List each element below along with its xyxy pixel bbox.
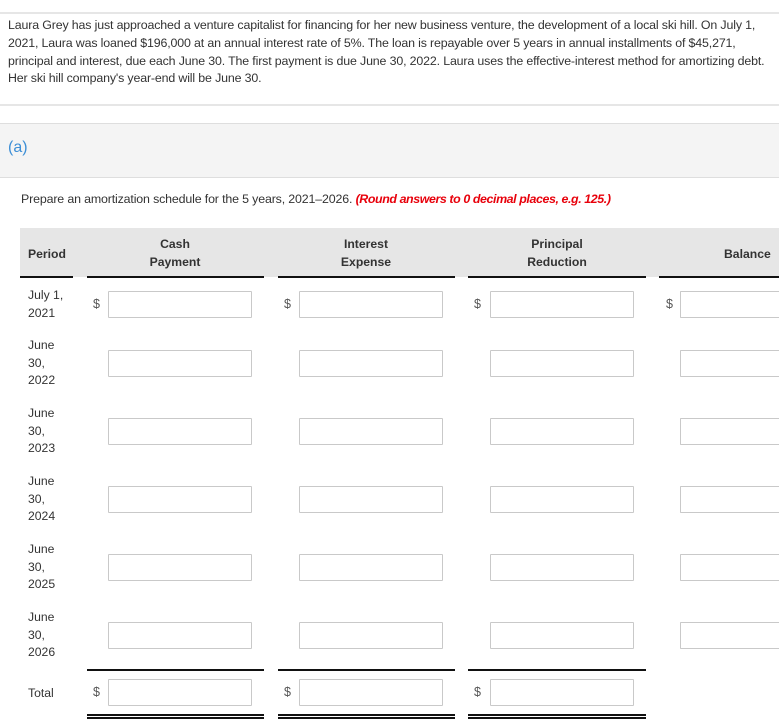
- double-line-principal: [468, 714, 646, 719]
- cash-payment-input-2025[interactable]: [108, 554, 252, 581]
- dollar-sign: $: [93, 297, 100, 311]
- header-balance: Balance: [724, 247, 771, 261]
- principal-reduction-input-2025[interactable]: [490, 554, 634, 581]
- header-underline-period: [20, 276, 73, 278]
- period-line: 30,: [28, 627, 45, 642]
- sum-line-cash: [87, 669, 264, 671]
- period-label: June 30, 2023: [28, 405, 68, 458]
- interest-expense-input-2026[interactable]: [299, 622, 443, 649]
- period-line: July 1,: [28, 288, 64, 302]
- period-line: 30,: [28, 491, 45, 506]
- period-label: July 1, 2021: [28, 287, 68, 322]
- cash-payment-input-2026[interactable]: [108, 622, 252, 649]
- header-principal-reduction: Principal Reduction: [527, 235, 587, 271]
- table-header: [20, 228, 779, 277]
- balance-input-2023[interactable]: [680, 418, 779, 445]
- part-header: (a): [0, 123, 779, 178]
- interest-expense-input-2024[interactable]: [299, 486, 443, 513]
- instruction: Prepare an amortization schedule for the…: [21, 192, 611, 206]
- header-principal-reduction-line1: Principal: [531, 237, 583, 251]
- period-line: June: [28, 338, 55, 352]
- period-line: 2025: [28, 577, 56, 591]
- dollar-sign: $: [93, 685, 100, 699]
- cash-payment-input-2022[interactable]: [108, 350, 252, 377]
- balance-input-2026[interactable]: [680, 622, 779, 649]
- interest-expense-input-2021[interactable]: [299, 291, 443, 318]
- period-line: June: [28, 474, 55, 488]
- balance-input-2021[interactable]: [680, 291, 779, 318]
- dollar-sign: $: [474, 685, 481, 699]
- double-line-interest: [278, 714, 455, 719]
- header-cash-payment-line1: Cash: [160, 237, 190, 251]
- header-underline-principal: [468, 276, 646, 278]
- header-cash-payment: Cash Payment: [150, 235, 201, 271]
- period-line: 2026: [28, 645, 56, 659]
- period-line: 30,: [28, 423, 45, 438]
- balance-input-2025[interactable]: [680, 554, 779, 581]
- total-label: Total: [28, 686, 54, 700]
- header-interest-expense: Interest Expense: [341, 235, 391, 271]
- principal-reduction-input-2021[interactable]: [490, 291, 634, 318]
- dollar-sign: $: [474, 297, 481, 311]
- header-underline-interest: [278, 276, 455, 278]
- interest-expense-input-2023[interactable]: [299, 418, 443, 445]
- header-underline-balance: [659, 276, 779, 278]
- period-line: 2022: [28, 373, 56, 387]
- header-period: Period: [28, 247, 66, 261]
- period-line: 2024: [28, 509, 56, 523]
- period-line: June: [28, 542, 55, 556]
- dollar-sign: $: [284, 685, 291, 699]
- cash-payment-input-2023[interactable]: [108, 418, 252, 445]
- period-label: June 30, 2025: [28, 541, 68, 594]
- header-underline-cash: [87, 276, 264, 278]
- total-cash-payment-input[interactable]: [108, 679, 252, 706]
- interest-expense-input-2025[interactable]: [299, 554, 443, 581]
- balance-input-2024[interactable]: [680, 486, 779, 513]
- cash-payment-input-2021[interactable]: [108, 291, 252, 318]
- double-line-cash: [87, 714, 264, 719]
- balance-input-2022[interactable]: [680, 350, 779, 377]
- period-label: June 30, 2026: [28, 609, 68, 662]
- period-label: June 30, 2022: [28, 337, 68, 390]
- top-divider: [0, 12, 779, 14]
- dollar-sign: $: [284, 297, 291, 311]
- period-line: June: [28, 406, 55, 420]
- period-line: 2023: [28, 441, 56, 455]
- total-interest-expense-input[interactable]: [299, 679, 443, 706]
- principal-reduction-input-2022[interactable]: [490, 350, 634, 377]
- header-cash-payment-line2: Payment: [149, 255, 201, 269]
- header-principal-reduction-line2: Reduction: [527, 255, 587, 269]
- period-line: June: [28, 610, 55, 624]
- problem-statement: Laura Grey has just approached a venture…: [8, 18, 765, 86]
- principal-reduction-input-2024[interactable]: [490, 486, 634, 513]
- period-line: 2021: [28, 305, 56, 320]
- dollar-sign: $: [666, 297, 673, 311]
- sum-line-interest: [278, 669, 455, 671]
- total-principal-reduction-input[interactable]: [490, 679, 634, 706]
- rounding-hint: (Round answers to 0 decimal places, e.g.…: [355, 192, 611, 206]
- part-label: (a): [8, 139, 28, 156]
- sum-line-principal: [468, 669, 646, 671]
- header-interest-expense-line1: Interest: [343, 237, 389, 251]
- period-line: 30,: [28, 559, 45, 574]
- principal-reduction-input-2023[interactable]: [490, 418, 634, 445]
- problem-divider: [0, 104, 779, 106]
- header-interest-expense-line2: Expense: [340, 255, 392, 269]
- period-line: 30,: [28, 355, 45, 370]
- interest-expense-input-2022[interactable]: [299, 350, 443, 377]
- principal-reduction-input-2026[interactable]: [490, 622, 634, 649]
- cash-payment-input-2024[interactable]: [108, 486, 252, 513]
- instruction-text: Prepare an amortization schedule for the…: [21, 192, 353, 206]
- period-label: June 30, 2024: [28, 473, 68, 526]
